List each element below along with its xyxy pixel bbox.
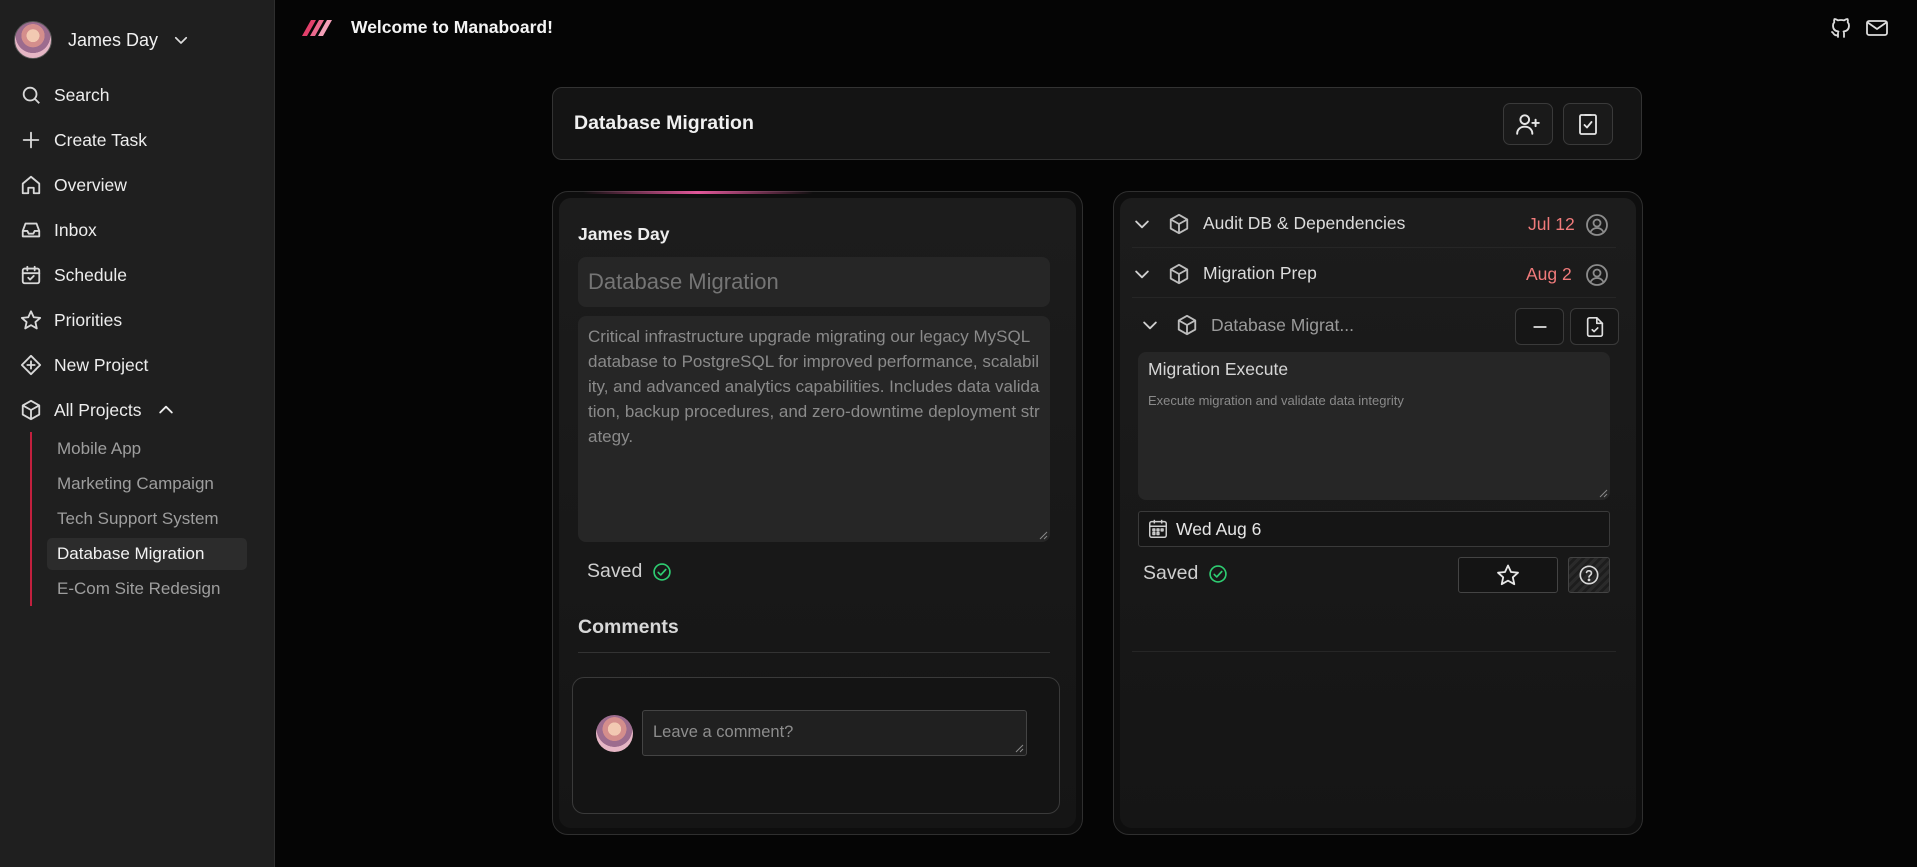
clipboard-check-icon (1576, 111, 1600, 137)
star-icon (1496, 563, 1520, 587)
task-name[interactable]: Database Migrat... (1211, 315, 1354, 336)
subtask-description[interactable]: Execute migration and validate data inte… (1148, 393, 1404, 408)
plus-icon (19, 128, 43, 152)
chevron-down-icon[interactable] (1140, 315, 1166, 335)
check-circle-icon (652, 562, 672, 582)
project-database-migration[interactable]: Database Migration (47, 538, 247, 570)
sidebar: James Day Search Create Task Overview In… (0, 0, 275, 867)
mail-icon[interactable] (1864, 16, 1890, 40)
project-description-textarea[interactable]: Critical infrastructure upgrade migratin… (578, 316, 1050, 542)
saved-label: Saved (1143, 562, 1199, 584)
project-author: James Day (578, 224, 670, 244)
nav-inbox[interactable]: Inbox (19, 214, 97, 246)
task-due-date[interactable]: Aug 2 (1526, 264, 1572, 285)
chevron-down-icon (172, 31, 190, 49)
project-marketing-campaign[interactable]: Marketing Campaign (47, 468, 214, 500)
calendar-icon (1147, 518, 1169, 540)
add-user-icon (1515, 111, 1541, 137)
manaboard-logo-icon (300, 16, 336, 38)
nav-label: New Project (54, 354, 149, 375)
project-header: Database Migration (552, 87, 1642, 160)
cube-icon (19, 398, 43, 422)
due-date-value: Wed Aug 6 (1176, 518, 1262, 539)
page-title: Database Migration (574, 112, 754, 134)
minus-icon (1530, 317, 1550, 337)
task-due-date[interactable]: Jul 12 (1528, 214, 1575, 235)
chevron-down-icon[interactable] (1132, 264, 1158, 284)
cube-icon (1176, 314, 1198, 336)
complete-project-button[interactable] (1563, 103, 1613, 145)
project-title-input[interactable] (578, 257, 1050, 307)
nav-all-projects[interactable]: All Projects (19, 394, 176, 426)
subtask-save-status: Saved (1143, 562, 1228, 585)
nav-overview[interactable]: Overview (19, 169, 127, 201)
welcome-title: Welcome to Manaboard! (351, 17, 553, 37)
comment-placeholder: Leave a comment? (653, 723, 794, 741)
home-icon (19, 173, 43, 197)
nav-new-project[interactable]: New Project (19, 349, 148, 381)
resize-handle-icon[interactable] (1599, 489, 1608, 498)
saved-label: Saved (587, 560, 643, 582)
assignee-icon[interactable] (1585, 213, 1609, 237)
project-tech-support-system[interactable]: Tech Support System (47, 503, 219, 535)
project-mobile-app[interactable]: Mobile App (47, 433, 141, 465)
nav-label: Inbox (54, 219, 97, 240)
chevron-up-icon[interactable] (156, 400, 176, 420)
add-member-button[interactable] (1503, 103, 1553, 145)
nav-label: Search (54, 84, 110, 105)
nav-label: Overview (54, 174, 127, 195)
project-save-status: Saved (587, 560, 672, 583)
nav-priorities[interactable]: Priorities (19, 304, 122, 336)
due-date-picker[interactable]: Wed Aug 6 (1138, 511, 1610, 547)
cube-icon (1168, 263, 1190, 285)
priority-button[interactable] (1458, 557, 1558, 593)
comments-heading: Comments (578, 616, 679, 638)
star-icon (19, 308, 43, 332)
user-name: James Day (68, 29, 159, 50)
file-check-icon (1584, 316, 1606, 338)
panel-glow (583, 191, 813, 194)
check-circle-icon (1208, 564, 1228, 584)
divider (1132, 651, 1616, 652)
comment-input[interactable]: Leave a comment? (642, 710, 1027, 756)
diamond-plus-icon (19, 353, 43, 377)
divider (578, 652, 1050, 653)
cube-icon (1168, 213, 1190, 235)
nav-label: Create Task (54, 129, 148, 150)
collapse-task-button[interactable] (1515, 308, 1564, 345)
nav-search[interactable]: Search (19, 79, 109, 111)
avatar (596, 715, 633, 752)
nav-schedule[interactable]: Schedule (19, 259, 127, 291)
chevron-down-icon[interactable] (1132, 214, 1158, 234)
nav-create-task[interactable]: Create Task (19, 124, 147, 156)
calendar-check-icon (19, 263, 43, 287)
subtask-name[interactable]: Migration Execute (1148, 359, 1288, 380)
task-name[interactable]: Audit DB & Dependencies (1203, 213, 1405, 234)
nav-label: Priorities (54, 309, 123, 330)
resize-handle-icon[interactable] (1039, 531, 1048, 540)
user-menu[interactable]: James Day (14, 20, 190, 60)
help-button[interactable] (1568, 557, 1610, 593)
project-ecom-site-redesign[interactable]: E-Com Site Redesign (47, 573, 220, 605)
github-icon[interactable] (1829, 16, 1853, 40)
inbox-icon (19, 218, 43, 242)
search-icon (19, 83, 43, 107)
description-text: Critical infrastructure upgrade migratin… (588, 327, 1040, 446)
nav-label: All Projects (54, 399, 142, 420)
resize-handle-icon[interactable] (1015, 744, 1024, 753)
nav-label: Schedule (54, 264, 127, 285)
avatar (14, 21, 52, 59)
complete-task-button[interactable] (1570, 308, 1619, 345)
projects-indicator (30, 432, 32, 606)
task-name[interactable]: Migration Prep (1203, 263, 1317, 284)
help-circle-icon (1578, 564, 1600, 586)
assignee-icon[interactable] (1585, 263, 1609, 287)
